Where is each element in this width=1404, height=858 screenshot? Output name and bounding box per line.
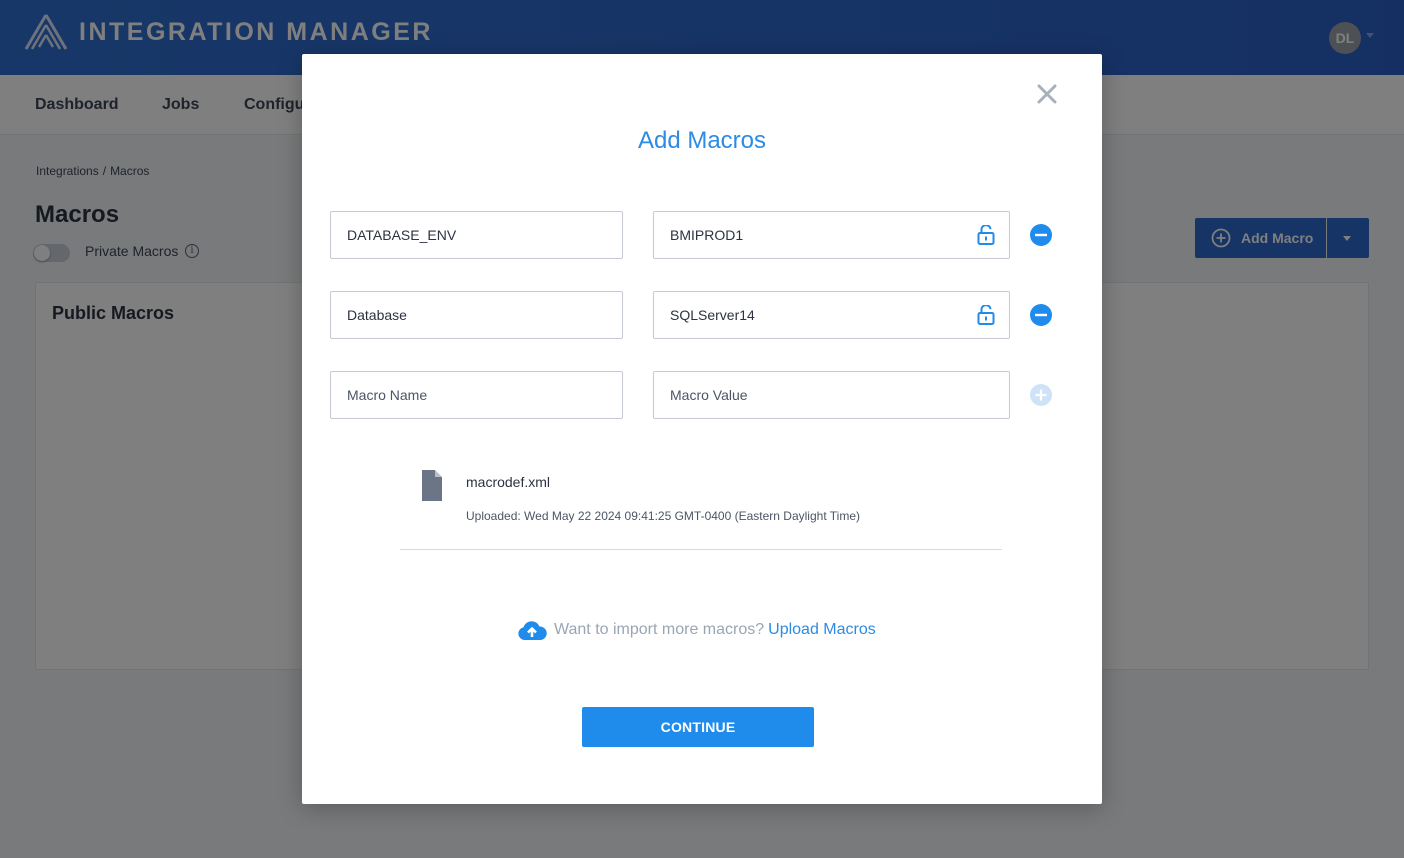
file-icon: [422, 470, 442, 501]
upload-prompt-text: Want to import more macros?: [554, 621, 765, 638]
macro-name-field[interactable]: DATABASE_ENV: [330, 211, 623, 259]
uploaded-file-timestamp: Uploaded: Wed May 22 2024 09:41:25 GMT-0…: [466, 509, 860, 523]
unlock-icon[interactable]: [977, 225, 995, 245]
upload-prompt: Want to import more macros? Upload Macro…: [516, 618, 876, 642]
macro-value-value: BMIPROD1: [670, 227, 744, 243]
divider: [400, 549, 1002, 550]
cloud-upload-icon[interactable]: [516, 618, 548, 642]
macro-name-field[interactable]: Database: [330, 291, 623, 339]
continue-button[interactable]: CONTINUE: [582, 707, 814, 747]
minus-circle-icon[interactable]: [1030, 224, 1052, 246]
close-icon[interactable]: [1035, 82, 1059, 106]
minus-circle-icon[interactable]: [1030, 304, 1052, 326]
unlock-icon[interactable]: [977, 305, 995, 325]
add-macros-modal: Add Macros DATABASE_ENV BMIPROD1 Databas…: [302, 54, 1102, 804]
modal-title: Add Macros: [637, 127, 767, 154]
uploaded-file-name: macrodef.xml: [466, 474, 551, 490]
macro-value-value: SQLServer14: [670, 307, 755, 323]
new-macro-value-input[interactable]: [670, 387, 993, 403]
plus-circle-icon[interactable]: [1030, 384, 1052, 406]
macro-name-value: Database: [347, 307, 407, 323]
macro-value-field[interactable]: SQLServer14: [653, 291, 1010, 339]
new-macro-name-input-wrapper: [330, 371, 623, 419]
upload-macros-link[interactable]: Upload Macros: [768, 621, 876, 639]
macro-name-value: DATABASE_ENV: [347, 227, 457, 243]
new-macro-value-input-wrapper: [653, 371, 1010, 419]
macro-value-field[interactable]: BMIPROD1: [653, 211, 1010, 259]
new-macro-name-input[interactable]: [347, 387, 606, 403]
